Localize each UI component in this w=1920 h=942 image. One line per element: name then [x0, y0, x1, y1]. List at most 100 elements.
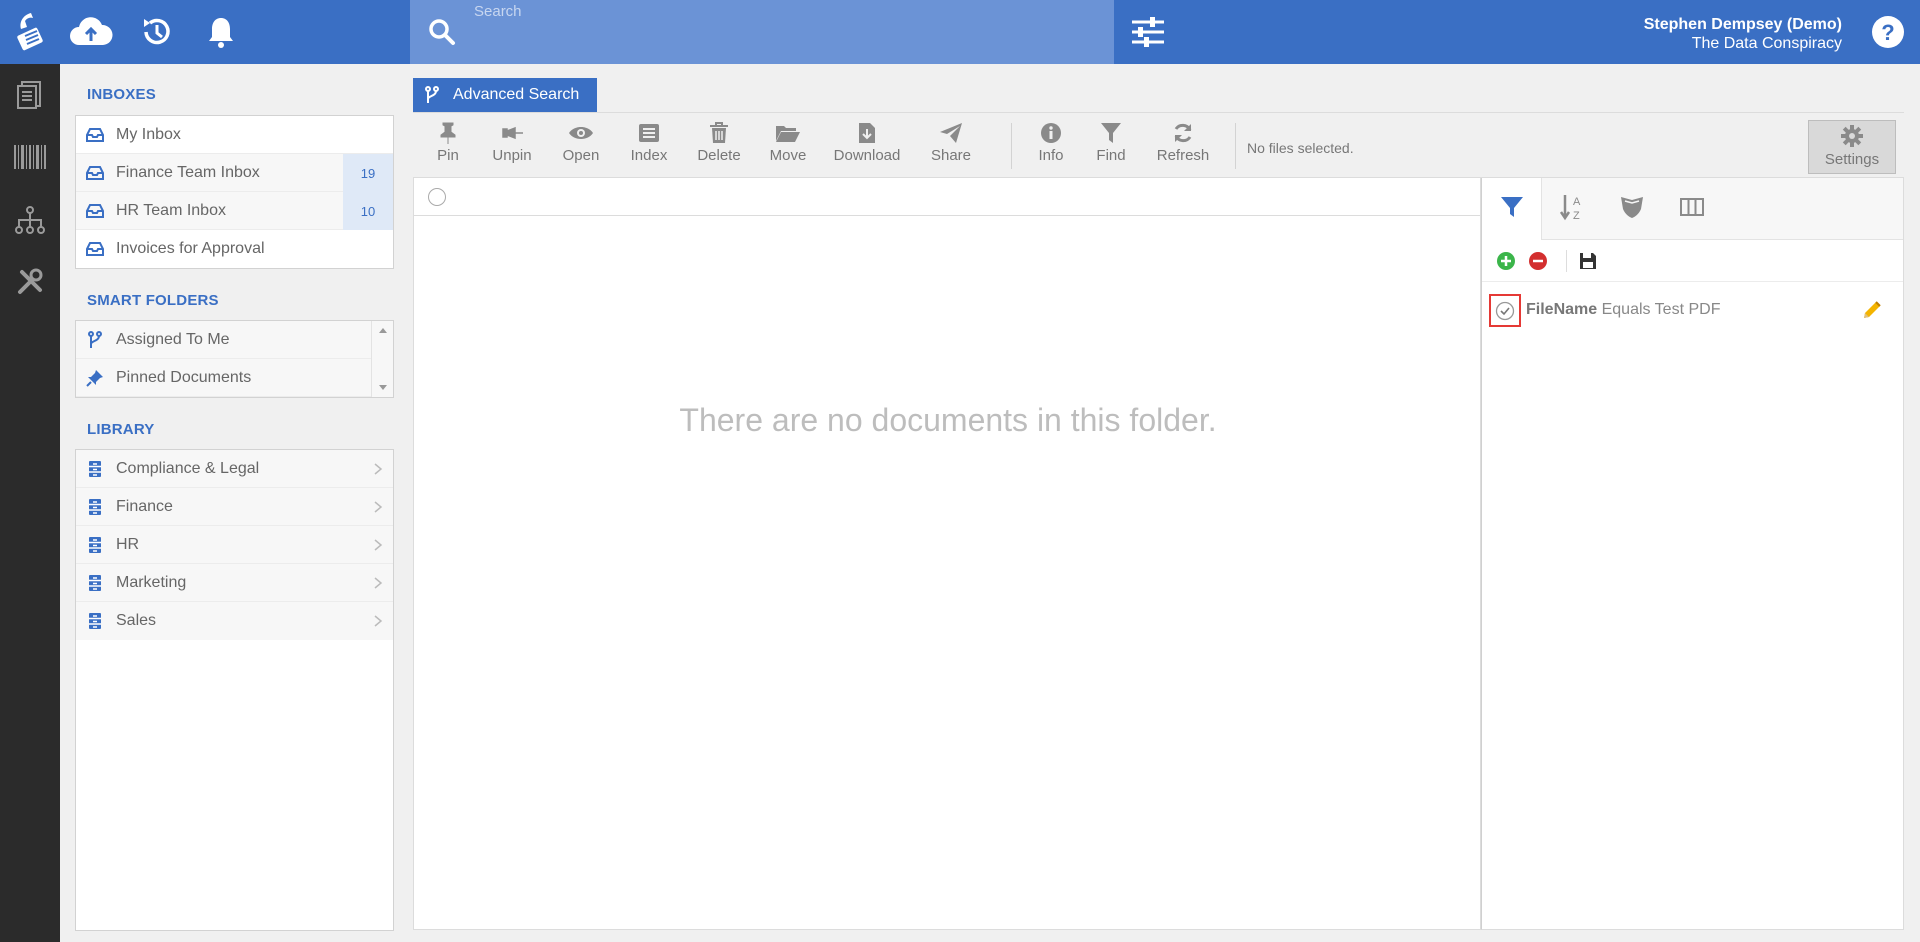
cabinet-icon	[86, 498, 104, 516]
chevron-right-icon	[374, 615, 383, 627]
library-item-marketing[interactable]: Marketing	[76, 564, 393, 602]
user-org: The Data Conspiracy	[1691, 35, 1842, 52]
documents-icon[interactable]	[0, 70, 60, 120]
tab-columns[interactable]	[1662, 178, 1722, 240]
add-criterion-icon[interactable]	[1496, 251, 1516, 271]
open-button[interactable]: Open	[553, 119, 609, 173]
chevron-right-icon	[374, 577, 383, 589]
index-button[interactable]: Index	[621, 119, 677, 173]
smart-folders-title: SMART FOLDERS	[87, 292, 219, 309]
hierarchy-icon[interactable]	[0, 195, 60, 245]
eye-icon	[553, 119, 609, 147]
svg-text:Z: Z	[1573, 210, 1580, 221]
library-label: Marketing	[116, 573, 187, 591]
inbox-item-invoices[interactable]: Invoices for Approval	[76, 230, 393, 268]
branch-icon	[86, 331, 104, 349]
criterion-field: FileName	[1526, 301, 1598, 318]
library-label: HR	[116, 535, 140, 553]
upload-cloud-icon[interactable]	[68, 10, 114, 54]
sliders-icon[interactable]	[1124, 10, 1172, 54]
columns-icon	[1680, 197, 1704, 222]
remove-criterion-icon[interactable]	[1528, 251, 1548, 271]
library-label: Compliance & Legal	[116, 459, 260, 477]
delete-button[interactable]: Delete	[689, 119, 749, 173]
inboxes-list: My Inbox Finance Team Inbox 19 HR Team I…	[75, 115, 394, 269]
svg-text:A: A	[1573, 196, 1581, 208]
library-item-compliance[interactable]: Compliance & Legal	[76, 450, 393, 488]
paper-plane-icon	[921, 119, 981, 147]
inbox-item-hr-team[interactable]: HR Team Inbox 10	[76, 192, 393, 230]
pin-icon	[86, 369, 104, 387]
inbox-icon	[86, 240, 104, 258]
library-title: LIBRARY	[87, 421, 155, 438]
empty-state-message: There are no documents in this folder.	[679, 402, 1217, 438]
app-logo-icon[interactable]	[0, 0, 60, 64]
inbox-label: Finance Team Inbox	[116, 163, 260, 181]
inbox-icon	[86, 202, 104, 220]
tab-retention[interactable]	[1602, 178, 1662, 240]
history-icon[interactable]	[134, 10, 180, 54]
pencil-icon[interactable]	[1861, 299, 1883, 326]
settings-button[interactable]: Settings	[1808, 120, 1896, 174]
save-search-icon[interactable]	[1578, 251, 1598, 271]
info-button[interactable]: Info	[1031, 119, 1071, 173]
share-button[interactable]: Share	[921, 119, 981, 173]
search-criteria-panel: AZ FileName Equals Test PDF	[1481, 178, 1904, 930]
user-info[interactable]: Stephen Dempsey (Demo) The Data Conspira…	[1644, 15, 1842, 53]
chevron-right-icon	[374, 463, 383, 475]
branch-icon	[425, 86, 439, 109]
svg-text:?: ?	[1881, 20, 1894, 45]
selection-status: No files selected.	[1247, 140, 1354, 156]
tab-sort[interactable]: AZ	[1542, 178, 1602, 240]
tab-filter[interactable]	[1482, 178, 1542, 240]
help-icon[interactable]: ?	[1870, 14, 1906, 50]
tools-icon[interactable]	[0, 257, 60, 307]
barcode-icon[interactable]	[0, 132, 60, 182]
criterion-text[interactable]: FileName Equals Test PDF	[1526, 301, 1720, 319]
left-rail	[0, 0, 60, 942]
smart-item-pinned[interactable]: Pinned Documents	[76, 359, 393, 397]
tab-label: Advanced Search	[453, 86, 580, 103]
chevron-right-icon	[374, 501, 383, 513]
search-input[interactable]	[474, 0, 1094, 22]
smart-folders-scrollbar[interactable]	[371, 321, 393, 397]
library-item-hr[interactable]: HR	[76, 526, 393, 564]
library-item-finance[interactable]: Finance	[76, 488, 393, 526]
inbox-item-finance-team[interactable]: Finance Team Inbox 19	[76, 154, 393, 192]
unpin-button[interactable]: Unpin	[485, 119, 539, 173]
search-icon[interactable]	[424, 14, 460, 50]
trash-icon	[689, 119, 749, 147]
download-button[interactable]: Download	[827, 119, 907, 173]
inbox-count-badge: 10	[343, 192, 393, 230]
library-item-sales[interactable]: Sales	[76, 602, 393, 640]
select-all-radio[interactable]	[428, 188, 446, 206]
inbox-icon	[86, 164, 104, 182]
cabinet-icon	[86, 460, 104, 478]
pin-button[interactable]: Pin	[425, 119, 471, 173]
criteria-actions	[1482, 240, 1903, 282]
list-header	[414, 178, 1480, 216]
top-bar: Stephen Dempsey (Demo) The Data Conspira…	[60, 0, 1920, 64]
tab-advanced-search[interactable]: Advanced Search	[413, 78, 597, 112]
library-label: Sales	[116, 612, 157, 629]
inbox-label: HR Team Inbox	[116, 201, 226, 219]
inbox-label: My Inbox	[116, 125, 181, 143]
folder-open-icon	[763, 119, 813, 147]
document-toolbar: Pin Unpin Open Index Delete Move Downloa…	[413, 112, 1904, 178]
user-name: Stephen Dempsey (Demo)	[1643, 16, 1842, 33]
check-circle-icon	[1495, 301, 1515, 320]
library-label: Finance	[116, 497, 173, 515]
smart-item-assigned[interactable]: Assigned To Me	[76, 321, 393, 359]
toolbar-divider	[1011, 123, 1012, 169]
actions-divider	[1566, 250, 1567, 272]
funnel-icon	[1500, 195, 1524, 224]
move-button[interactable]: Move	[763, 119, 813, 173]
refresh-button[interactable]: Refresh	[1153, 119, 1213, 173]
inbox-item-my-inbox[interactable]: My Inbox	[76, 116, 393, 154]
criterion-checkbox[interactable]	[1489, 294, 1521, 327]
gear-icon	[1809, 121, 1895, 151]
inbox-label: Invoices for Approval	[116, 240, 265, 257]
cabinet-icon	[86, 574, 104, 592]
find-button[interactable]: Find	[1089, 119, 1133, 173]
bell-icon[interactable]	[198, 10, 244, 54]
